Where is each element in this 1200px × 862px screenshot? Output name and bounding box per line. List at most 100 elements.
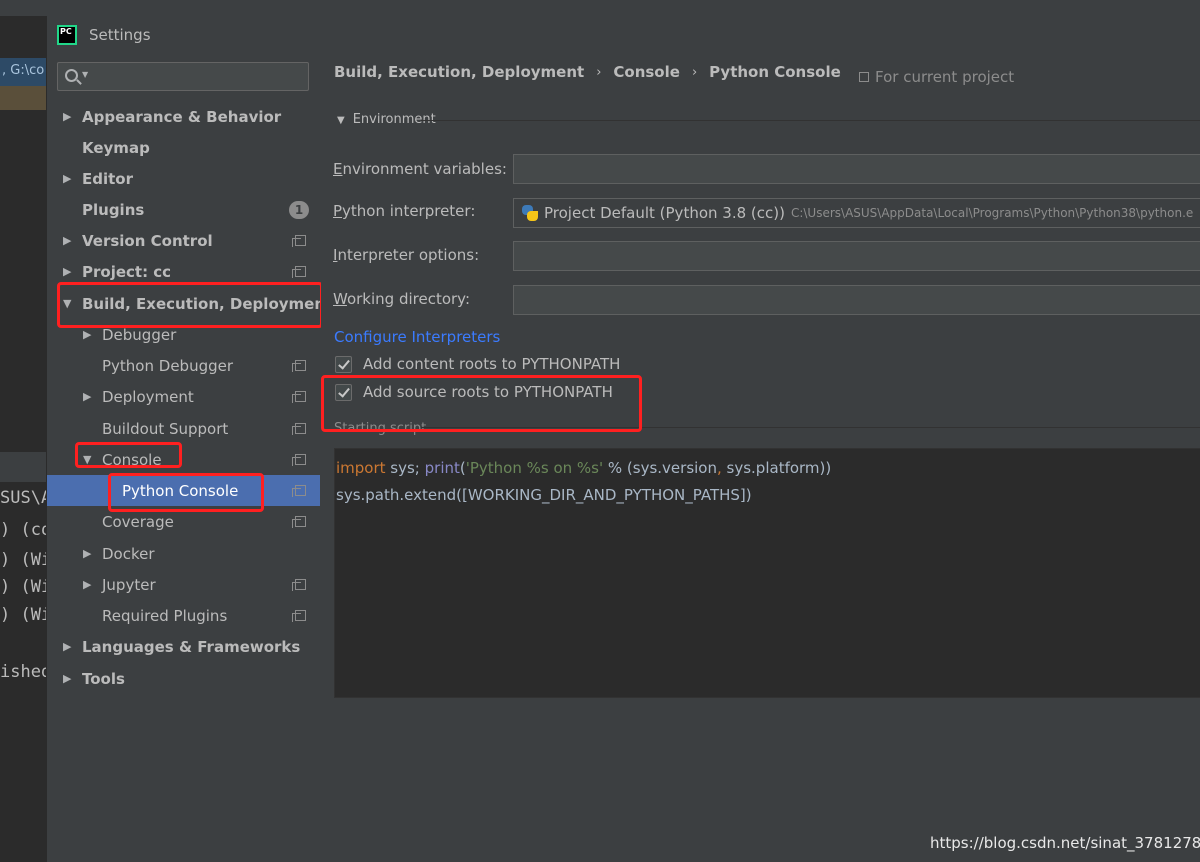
expand-arrow-icon[interactable]: ▶ xyxy=(63,672,71,685)
tree-item-version-control[interactable]: ▶ Version Control xyxy=(47,225,320,256)
label-text: nvironment variables: xyxy=(342,160,507,178)
working-directory-input[interactable] xyxy=(513,285,1200,315)
tree-item-jupyter[interactable]: ▶ Jupyter xyxy=(47,569,320,600)
scope-label: For current project xyxy=(875,68,1015,86)
tree-item-languages-frameworks[interactable]: ▶ Languages & Frameworks xyxy=(47,631,320,662)
logo-text: PC xyxy=(60,27,72,36)
project-scope-icon xyxy=(292,423,306,435)
interpreter-options-label: Interpreter options: xyxy=(333,246,479,264)
tree-item-label: Project: cc xyxy=(82,262,172,281)
expand-arrow-icon[interactable]: ▶ xyxy=(63,172,71,185)
scope-indicator: For current project xyxy=(859,68,1014,86)
tree-item-label: Editor xyxy=(82,169,133,188)
tree-item-label: Buildout Support xyxy=(102,419,229,438)
tree-item-label: Plugins xyxy=(82,200,145,219)
dialog-title: Settings xyxy=(89,26,151,44)
expand-arrow-icon[interactable]: ▶ xyxy=(83,390,91,403)
project-scope-icon xyxy=(292,360,306,372)
console-line: ) (Wi xyxy=(0,550,52,570)
dialog-titlebar[interactable]: PC Settings xyxy=(47,16,1200,54)
content-roots-checkbox[interactable] xyxy=(335,355,352,373)
tree-item-editor[interactable]: ▶ Editor xyxy=(47,163,320,194)
breadcrumb-part: Console xyxy=(613,63,680,81)
interpreter-options-input[interactable] xyxy=(513,241,1200,271)
tree-item-buildout-support[interactable]: Buildout Support xyxy=(47,413,320,444)
code-text: sys.platform)) xyxy=(721,459,832,477)
label-text: nterpreter options: xyxy=(337,246,480,264)
project-scope-icon xyxy=(292,235,306,247)
tree-item-label: Appearance & Behavior xyxy=(82,107,282,126)
path-fragment: , G:\co xyxy=(2,63,45,78)
working-directory-label: Working directory: xyxy=(333,290,470,308)
console-line: ished xyxy=(0,662,52,682)
search-history-dropdown-icon[interactable]: ▼ xyxy=(82,70,88,79)
highlight-box-console xyxy=(75,442,182,468)
pycharm-logo-icon: PC xyxy=(57,25,77,45)
console-line: SUS\A xyxy=(0,488,52,508)
console-line: ) (co xyxy=(0,520,52,540)
project-scope-icon xyxy=(292,485,306,497)
ide-background-highlight xyxy=(0,86,46,110)
expand-arrow-icon[interactable]: ▶ xyxy=(83,547,91,560)
interpreter-label: Python interpreter: xyxy=(333,202,475,220)
project-scope-icon xyxy=(859,71,869,82)
interpreter-select[interactable]: Project Default (Python 3.8 (cc)) C:\Use… xyxy=(513,198,1200,228)
configure-interpreters-link[interactable]: Configure Interpreters xyxy=(334,328,500,346)
project-scope-icon xyxy=(292,454,306,466)
tree-item-label: Keymap xyxy=(82,138,150,157)
tree-item-label: Debugger xyxy=(102,325,177,344)
expand-arrow-icon[interactable]: ▶ xyxy=(63,265,71,278)
settings-search-input[interactable]: ▼ xyxy=(57,62,309,91)
tree-item-python-debugger[interactable]: Python Debugger xyxy=(47,350,320,381)
watermark: https://blog.csdn.net/sinat_37812785 xyxy=(930,834,1200,852)
tree-item-tools[interactable]: ▶ Tools xyxy=(47,663,320,694)
tree-item-label: Python Debugger xyxy=(102,356,234,375)
tree-item-label: Version Control xyxy=(82,231,213,250)
settings-dialog: PC Settings ▼ ▶ Appearance & Behavior Ke… xyxy=(46,16,1200,862)
ide-background-path-chip: , G:\co xyxy=(0,58,46,86)
highlight-box-build xyxy=(57,282,323,328)
tree-item-required-plugins[interactable]: Required Plugins xyxy=(47,600,320,631)
project-scope-icon xyxy=(292,579,306,591)
env-vars-input[interactable] xyxy=(513,154,1200,184)
label-text: orking directory: xyxy=(346,290,471,308)
tree-item-label: Jupyter xyxy=(102,575,156,594)
expand-arrow-icon[interactable]: ▶ xyxy=(63,110,71,123)
expand-arrow-icon[interactable]: ▶ xyxy=(63,640,71,653)
tree-item-keymap[interactable]: Keymap xyxy=(47,132,320,163)
checkbox-label: Add content roots to PYTHONPATH xyxy=(363,355,621,373)
tree-item-deployment[interactable]: ▶ Deployment xyxy=(47,381,320,412)
expand-arrow-icon[interactable]: ▶ xyxy=(83,578,91,591)
tree-item-label: Docker xyxy=(102,544,155,563)
tree-item-plugins[interactable]: Plugins 1 xyxy=(47,194,320,225)
console-line: ) (Wi xyxy=(0,577,52,597)
label-text: ython interpreter: xyxy=(342,202,476,220)
tree-item-docker[interactable]: ▶ Docker xyxy=(47,538,320,569)
settings-tree-panel: ▼ ▶ Appearance & Behavior Keymap ▶ Edito… xyxy=(47,54,332,862)
env-vars-label: Environment variables: xyxy=(333,160,507,178)
mnemonic: P xyxy=(333,202,343,220)
tree-item-label: Languages & Frameworks xyxy=(82,637,301,656)
tree-item-label: Deployment xyxy=(102,387,194,406)
content-roots-checkbox-row[interactable]: Add content roots to PYTHONPATH xyxy=(335,355,620,373)
starting-script-editor[interactable]: import sys; print('Python %s on %s' % (s… xyxy=(334,448,1200,698)
breadcrumb-part: Python Console xyxy=(709,63,841,81)
search-icon xyxy=(65,69,78,82)
code-keyword: import xyxy=(336,459,386,477)
ide-background-run-toolbar xyxy=(0,452,46,482)
code-text: sys; xyxy=(385,459,425,477)
expand-arrow-icon[interactable]: ▶ xyxy=(63,234,71,247)
breadcrumb-part: Build, Execution, Deployment xyxy=(334,63,585,81)
project-scope-icon xyxy=(292,391,306,403)
console-line: ) (Wi xyxy=(0,605,52,625)
collapse-arrow-icon[interactable]: ▼ xyxy=(337,115,345,126)
code-text: % (sys.version xyxy=(603,459,717,477)
plugins-update-badge: 1 xyxy=(289,200,309,219)
expand-arrow-icon[interactable]: ▶ xyxy=(83,328,91,341)
tree-item-appearance-behavior[interactable]: ▶ Appearance & Behavior xyxy=(47,101,320,132)
project-scope-icon xyxy=(292,516,306,528)
section-divider xyxy=(421,120,1200,121)
interpreter-path: C:\Users\ASUS\AppData\Local\Programs\Pyt… xyxy=(790,206,1194,220)
code-string: 'Python %s on %s' xyxy=(465,459,604,477)
tree-item-label: Required Plugins xyxy=(102,606,228,625)
